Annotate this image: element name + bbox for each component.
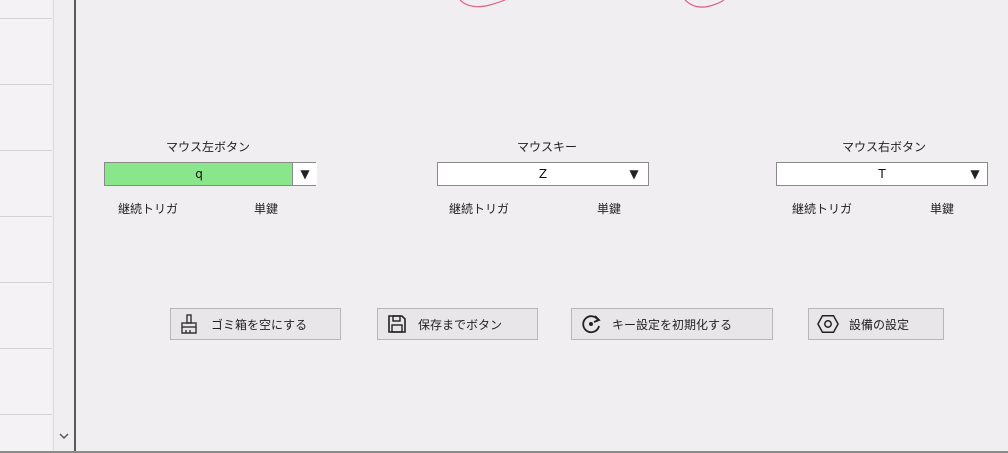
mouse-key-label: マウスキー (517, 140, 578, 154)
save-icon (386, 313, 408, 335)
dropdown-arrow-icon[interactable]: ▼ (624, 163, 644, 185)
device-settings-button[interactable]: 設備の設定 (808, 308, 944, 340)
mouse-right-select[interactable]: T ▼ (776, 162, 988, 186)
mouse-left-value: q (195, 167, 203, 181)
list-row-divider (0, 414, 52, 415)
list-scrollbar[interactable] (53, 0, 74, 453)
mouse-right-mode: 単鍵 (930, 202, 955, 216)
device-settings-label: 設備の設定 (849, 317, 910, 332)
dropdown-arrow-icon: ▼ (300, 167, 310, 181)
mouse-left-arrow-box[interactable]: ▼ (292, 163, 317, 185)
mouse-key-mode: 単鍵 (597, 202, 622, 216)
panel-divider (74, 0, 76, 453)
mouse-key-value: Z (538, 167, 548, 181)
reset-icon (580, 313, 602, 335)
gear-icon (817, 313, 839, 335)
save-label: 保存までボタン (418, 317, 503, 332)
mouse-key-trigger: 継続トリガ (449, 202, 510, 216)
empty-trash-label: ゴミ箱を空にする (211, 317, 308, 332)
mouse-right-label: マウス右ボタン (842, 140, 927, 154)
brush-icon (179, 313, 201, 335)
list-row-divider (0, 348, 52, 349)
reset-keys-label: キー設定を初期化する (612, 317, 733, 332)
list-row-divider (0, 150, 52, 151)
list-row-divider (0, 216, 52, 217)
mouse-right-trigger: 継続トリガ (792, 202, 853, 216)
chevron-down-icon[interactable] (59, 430, 69, 444)
left-list-panel[interactable] (0, 0, 52, 453)
dropdown-arrow-icon[interactable]: ▼ (965, 163, 985, 185)
mouse-left-trigger: 継続トリガ (118, 202, 179, 216)
mouse-left-mode: 単鍵 (254, 202, 279, 216)
list-row-divider (0, 84, 52, 85)
mouse-left-label: マウス左ボタン (166, 140, 251, 154)
save-button[interactable]: 保存までボタン (377, 308, 538, 340)
reset-keys-button[interactable]: キー設定を初期化する (571, 308, 773, 340)
list-row-divider (0, 18, 52, 19)
empty-trash-button[interactable]: ゴミ箱を空にする (170, 308, 341, 340)
mouse-key-select[interactable]: Z ▼ (437, 162, 649, 186)
decorative-shape (459, 0, 725, 8)
mouse-right-value: T (878, 167, 886, 181)
list-row-divider (0, 282, 52, 283)
mouse-left-select[interactable]: q ▼ (104, 162, 317, 186)
